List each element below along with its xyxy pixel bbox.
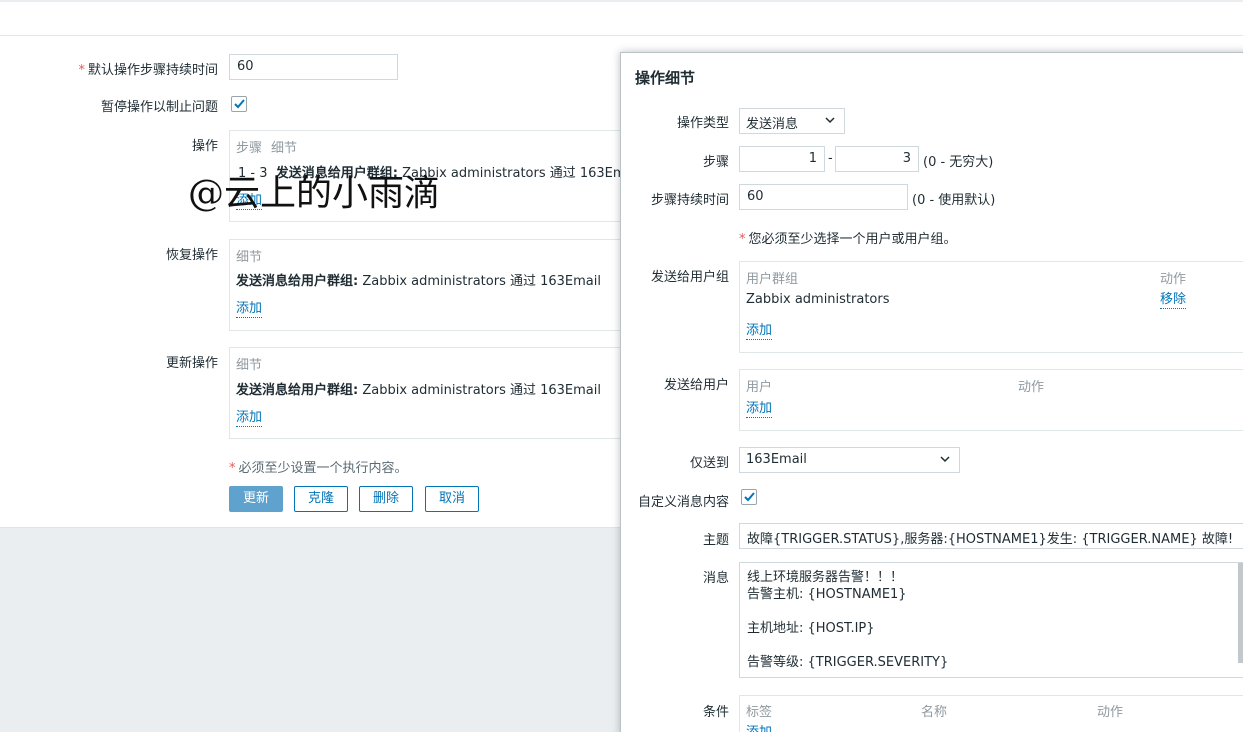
steps-to-input[interactable]: 3 — [835, 146, 919, 172]
message-line-6: 告警等级: {TRIGGER.SEVERITY} — [747, 655, 949, 670]
add-group-link[interactable]: 添加 — [746, 323, 773, 340]
update-row-type: 发送消息给用户群组: — [236, 383, 359, 398]
recovery-row-type: 发送消息给用户群组: — [236, 274, 359, 289]
message-label: 消息 — [702, 571, 729, 586]
add-user-link[interactable]: 添加 — [746, 401, 773, 418]
groups-header-action: 动作 — [1160, 272, 1187, 287]
conditions-label: 条件 — [702, 705, 729, 720]
update-add-link[interactable]: 添加 — [236, 410, 263, 427]
pause-checkbox[interactable] — [231, 96, 247, 112]
custom-message-label: 自定义消息内容 — [637, 495, 729, 510]
send-users-label: 发送给用户 — [663, 378, 729, 393]
operations-header-detail: 细节 — [271, 141, 298, 156]
op-type-select[interactable]: 发送消息 — [739, 108, 845, 134]
recovery-row-detail: Zabbix administrators 通过 163Email — [358, 274, 601, 289]
chevron-down-icon — [825, 117, 835, 124]
update-row-detail: Zabbix administrators 通过 163Email — [358, 383, 601, 398]
message-textarea[interactable]: 线上环境服务器告警！！！ 告警主机: {HOSTNAME1} 主机地址: {HO… — [739, 562, 1243, 678]
dialog-title: 操作细节 — [635, 69, 696, 87]
update-row: 发送消息给用户群组: Zabbix administrators 通过 163E… — [236, 379, 601, 398]
clone-button[interactable]: 克隆 — [294, 486, 348, 512]
must-select-note: * 您必须至少选择一个用户或用户组。 — [739, 232, 957, 247]
pause-label: 暂停操作以制止问题 — [100, 100, 218, 115]
subject-input[interactable]: 故障{TRIGGER.STATUS},服务器:{HOSTNAME1}发生: {T… — [739, 523, 1243, 549]
conditions-table — [739, 695, 1243, 732]
top-divider — [0, 0, 1243, 2]
cond-header-tag: 标签 — [746, 705, 773, 720]
default-duration-label: * 默认操作步骤持续时间 — [78, 63, 218, 78]
message-line-1: 线上环境服务器告警！！！ — [747, 570, 904, 585]
users-header-name: 用户 — [746, 380, 773, 395]
message-line-3 — [747, 603, 1236, 620]
top-bar — [0, 0, 1243, 36]
op-type-value: 发送消息 — [746, 117, 799, 132]
checkmark-icon — [744, 492, 755, 502]
custom-message-checkbox[interactable] — [741, 489, 757, 505]
message-line-4: 主机地址: {HOST.IP} — [747, 621, 875, 636]
recovery-add-link[interactable]: 添加 — [236, 301, 263, 318]
send-groups-label: 发送给用户组 — [650, 270, 729, 285]
message-scrollbar[interactable] — [1238, 563, 1243, 663]
update-operations-label: 更新操作 — [165, 356, 218, 371]
cond-header-name: 名称 — [921, 705, 948, 720]
send-only-select[interactable]: 163Email — [739, 447, 960, 473]
steps-from-input[interactable]: 1 — [739, 146, 825, 172]
users-header-action: 动作 — [1018, 380, 1045, 395]
delete-button[interactable]: 删除 — [359, 486, 413, 512]
steps-dash: - — [828, 151, 833, 166]
cancel-button[interactable]: 取消 — [425, 486, 479, 512]
groups-header-name: 用户群组 — [746, 272, 799, 287]
message-line-5 — [747, 637, 1236, 654]
group-name: Zabbix administrators — [746, 292, 890, 307]
add-condition-link[interactable]: 添加 — [746, 725, 772, 732]
operations-label: 操作 — [191, 139, 218, 154]
recovery-label: 恢复操作 — [165, 248, 218, 263]
watermark-text: @云上的小雨滴 — [188, 173, 441, 214]
send-only-label: 仅送到 — [689, 456, 729, 471]
default-duration-input[interactable]: 60 — [229, 54, 398, 80]
update-header-detail: 细节 — [236, 358, 263, 373]
steps-note: (0 - 无穷大) — [923, 155, 994, 170]
send-only-value: 163Email — [746, 452, 807, 467]
recovery-row: 发送消息给用户群组: Zabbix administrators 通过 163E… — [236, 270, 601, 289]
cond-header-action: 动作 — [1097, 705, 1124, 720]
op-type-label: 操作类型 — [676, 116, 729, 131]
remove-group-link[interactable]: 移除 — [1160, 292, 1187, 309]
operations-warning: * 必须至少设置一个执行内容。 — [229, 461, 408, 476]
chevron-down-icon — [940, 456, 950, 463]
checkmark-icon — [234, 99, 245, 109]
operations-header-steps: 步骤 — [236, 141, 263, 156]
operation-details-dialog: 操作细节 操作类型 发送消息 步骤 1 - 3 (0 - 无穷大) 步骤持续时间… — [620, 52, 1243, 732]
subject-label: 主题 — [702, 533, 729, 548]
step-duration-input[interactable]: 60 — [739, 184, 908, 210]
steps-label: 步骤 — [702, 155, 729, 170]
step-duration-label: 步骤持续时间 — [650, 193, 729, 208]
update-button[interactable]: 更新 — [229, 486, 283, 512]
users-table — [739, 369, 1243, 431]
recovery-header-detail: 细节 — [236, 250, 263, 265]
step-duration-note: (0 - 使用默认) — [912, 193, 996, 208]
message-line-2: 告警主机: {HOSTNAME1} — [747, 587, 907, 602]
